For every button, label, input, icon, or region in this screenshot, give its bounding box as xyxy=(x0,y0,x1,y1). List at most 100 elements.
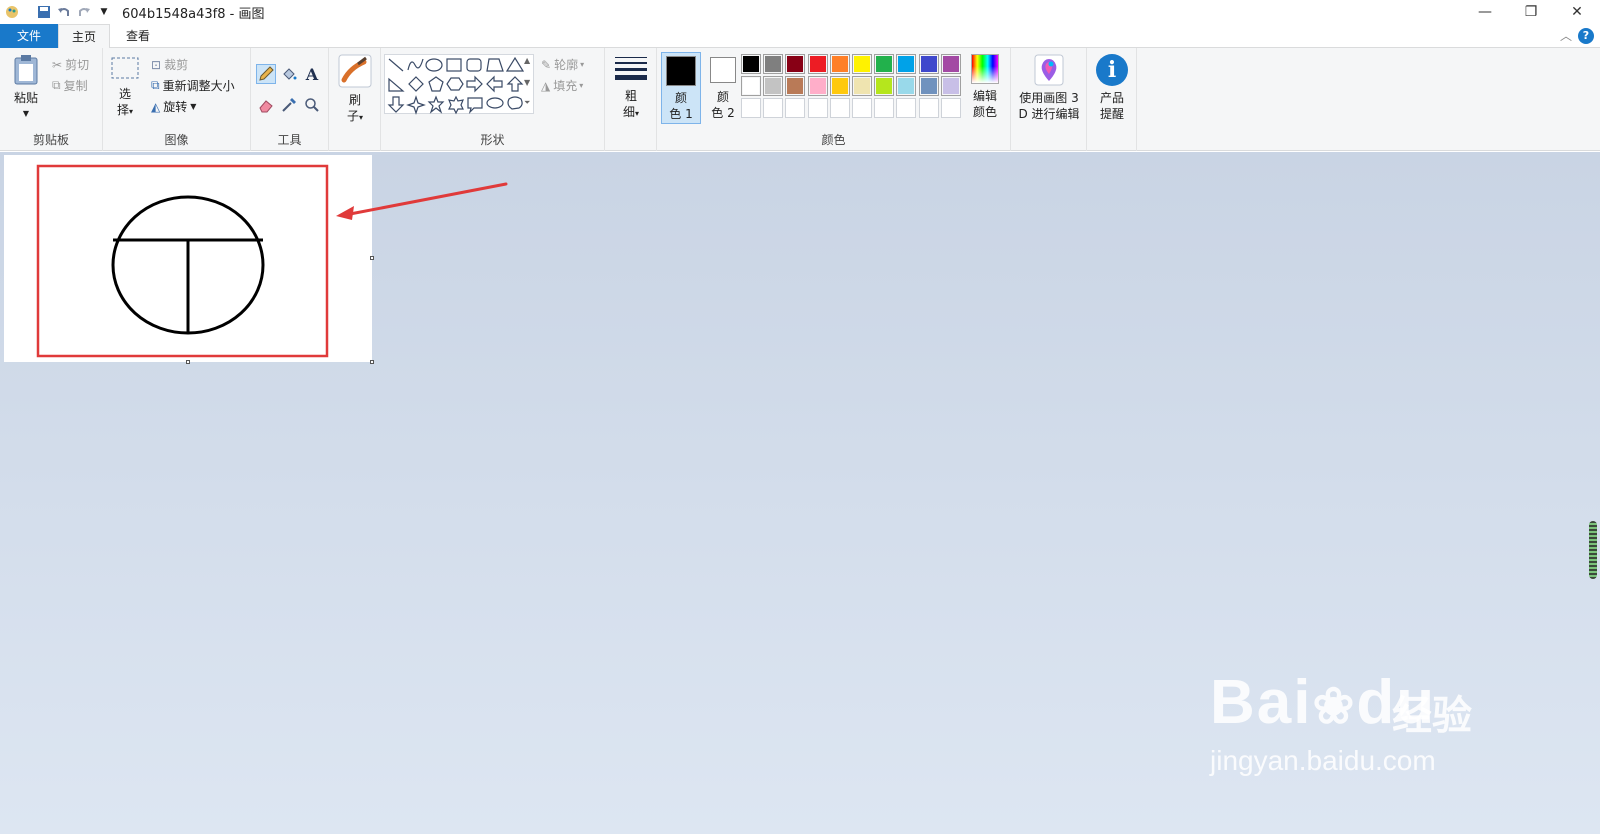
cut-label: 剪切 xyxy=(65,58,90,72)
close-button[interactable]: ✕ xyxy=(1554,0,1600,24)
color-swatch[interactable] xyxy=(741,54,761,74)
help-icon[interactable]: ? xyxy=(1578,28,1594,44)
color-swatch[interactable] xyxy=(896,76,917,96)
rotate-dropdown-icon[interactable]: ▼ xyxy=(190,102,196,111)
rotate-icon: ◭ xyxy=(151,99,161,114)
resize-handle-bottom[interactable] xyxy=(186,360,190,364)
color-picker-icon[interactable] xyxy=(279,95,299,115)
paw-icon: ❀ xyxy=(1312,678,1357,734)
watermark-suffix: 经验 xyxy=(1392,693,1472,739)
tools-group: A 工具 xyxy=(251,48,329,151)
color-swatch[interactable] xyxy=(763,76,784,96)
color-swatch[interactable] xyxy=(807,54,828,74)
select-label-top: 选 xyxy=(118,87,131,101)
eraser-icon[interactable] xyxy=(256,95,276,115)
paint3d-button[interactable]: 使用画图 3 D 进行编辑 xyxy=(1013,54,1085,122)
tab-file[interactable]: 文件 xyxy=(0,24,58,48)
select-button[interactable]: 选 择▾ xyxy=(109,56,141,120)
shapes-expand-icon[interactable]: ⏷ xyxy=(524,98,530,108)
size-button[interactable]: 粗 细▾ xyxy=(612,54,650,122)
color-swatch[interactable] xyxy=(807,76,828,96)
colors-group: 颜 色 1 颜 色 2 编辑 颜色 颜色 xyxy=(657,48,1011,151)
paint3d-label-top: 使用画图 3 xyxy=(1019,91,1079,105)
select-label-bottom: 择▾ xyxy=(116,103,134,117)
clipboard-group-label: 剪贴板 xyxy=(32,133,69,147)
color-swatch[interactable] xyxy=(940,76,961,96)
color-swatch[interactable] xyxy=(785,98,806,118)
color-swatch[interactable] xyxy=(852,98,872,118)
brushes-button[interactable]: 刷 子▾ xyxy=(335,54,375,126)
resize-handle-corner[interactable] xyxy=(370,360,374,364)
paint-app-icon[interactable] xyxy=(4,4,20,20)
redo-icon[interactable] xyxy=(76,4,92,20)
color-swatch[interactable] xyxy=(874,98,895,118)
color-swatch[interactable] xyxy=(829,98,850,118)
color-swatch[interactable] xyxy=(785,76,806,96)
shapes-gallery-icons[interactable] xyxy=(385,55,535,115)
color-swatch[interactable] xyxy=(829,76,850,96)
paste-dropdown-icon[interactable]: ▼ xyxy=(8,106,44,122)
product-alert-group: i 产品 提醒 xyxy=(1087,48,1137,151)
edit-colors-button[interactable]: 编辑 颜色 xyxy=(965,54,1005,120)
paint3d-group: 使用画图 3 D 进行编辑 xyxy=(1011,48,1087,151)
rotate-button[interactable]: ◭ 旋转 ▼ xyxy=(151,98,196,115)
shapes-scroll-up-icon[interactable]: ▲ xyxy=(524,56,530,65)
drawing-canvas[interactable] xyxy=(4,155,372,362)
copy-icon: ⧉ xyxy=(52,78,61,92)
undo-icon[interactable] xyxy=(56,4,72,20)
outline-label: 轮廓 xyxy=(554,58,579,72)
brush-icon xyxy=(338,54,372,88)
resize-handle-right[interactable] xyxy=(370,256,374,260)
color-swatch[interactable] xyxy=(918,76,939,96)
brushes-label-bottom: 子▾ xyxy=(346,109,364,123)
shapes-scroll-down-icon[interactable]: ▼ xyxy=(524,78,530,87)
color-swatch[interactable] xyxy=(785,54,806,74)
copy-button[interactable]: ⧉ 复制 xyxy=(52,77,88,94)
color-swatch[interactable] xyxy=(896,98,917,118)
text-tool-icon[interactable]: A xyxy=(302,64,322,84)
fill-button[interactable]: ◮ 填充 ▾ xyxy=(541,77,583,94)
pencil-icon[interactable] xyxy=(256,64,276,84)
vertical-scrollbar[interactable] xyxy=(1589,521,1597,579)
line-width-icon xyxy=(615,57,647,80)
color-swatch[interactable] xyxy=(741,98,761,118)
resize-label: 重新调整大小 xyxy=(162,79,235,93)
color-swatch[interactable] xyxy=(940,98,961,118)
fill-bucket-icon[interactable] xyxy=(279,64,299,84)
tab-home[interactable]: 主页 xyxy=(58,24,110,49)
save-icon[interactable] xyxy=(36,4,52,20)
color-swatch[interactable] xyxy=(918,54,939,74)
fill-label: 填充 xyxy=(553,79,578,93)
window-title: 604b1548a43f8 - 画图 xyxy=(122,6,265,22)
color-swatch[interactable] xyxy=(852,54,872,74)
color-swatch[interactable] xyxy=(918,98,939,118)
paste-button[interactable]: 粘贴 ▼ xyxy=(8,54,44,122)
selection-rectangle-icon xyxy=(111,57,139,79)
color-swatch[interactable] xyxy=(741,76,761,96)
resize-button[interactable]: ⧉ 重新调整大小 xyxy=(151,77,235,94)
tab-view[interactable]: 查看 xyxy=(112,24,164,48)
product-alert-button[interactable]: i 产品 提醒 xyxy=(1092,54,1132,122)
paint3d-label-bottom: D 进行编辑 xyxy=(1018,107,1080,121)
color-swatch[interactable] xyxy=(896,54,917,74)
shapes-group: ▲ ▼ ⏷ ✎ 轮廓 ▾ ◮ 填充 ▾ 形状 xyxy=(381,48,605,151)
color-swatch[interactable] xyxy=(829,54,850,74)
color-swatch[interactable] xyxy=(763,98,784,118)
customize-quick-access-icon[interactable]: ▼ xyxy=(96,4,112,20)
collapse-ribbon-icon[interactable]: ︿ xyxy=(1560,27,1572,44)
color-swatch[interactable] xyxy=(874,76,895,96)
color-swatch[interactable] xyxy=(874,54,895,74)
magnifier-icon[interactable] xyxy=(302,95,322,115)
outline-button[interactable]: ✎ 轮廓 ▾ xyxy=(541,56,584,73)
color-swatch[interactable] xyxy=(940,54,961,74)
color-swatch[interactable] xyxy=(807,98,828,118)
cut-button[interactable]: ✂ 剪切 xyxy=(52,56,89,73)
rotate-label: 旋转 xyxy=(163,100,188,114)
paint3d-icon xyxy=(1034,54,1064,86)
watermark-url: jingyan.baidu.com xyxy=(1210,745,1436,776)
restore-button[interactable]: ❐ xyxy=(1508,0,1554,24)
color-swatch[interactable] xyxy=(763,54,784,74)
color-swatch[interactable] xyxy=(852,76,872,96)
minimize-button[interactable]: — xyxy=(1462,0,1508,24)
crop-button[interactable]: ⊡ 裁剪 xyxy=(151,56,188,73)
